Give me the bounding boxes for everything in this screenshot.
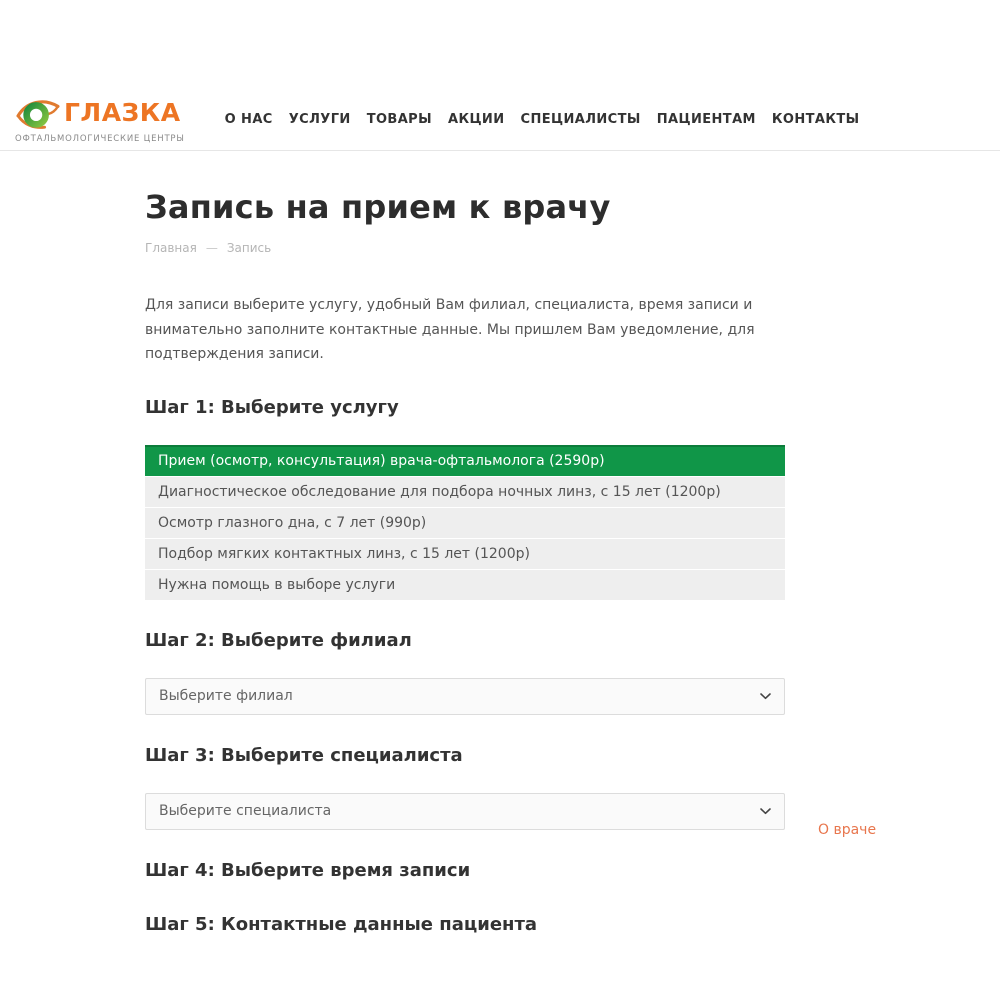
service-option[interactable]: Диагностическое обследование для подбора… <box>145 477 785 507</box>
top-whitespace <box>0 0 1000 88</box>
site-header: ГЛАЗКА ОФТАЛЬМОЛОГИЧЕСКИЕ ЦЕНТРЫ О НАС У… <box>0 88 1000 151</box>
logo[interactable]: ГЛАЗКА ОФТАЛЬМОЛОГИЧЕСКИЕ ЦЕНТРЫ <box>15 95 185 144</box>
nav-item-products[interactable]: ТОВАРЫ <box>367 112 432 127</box>
logo-title: ГЛАЗКА <box>64 100 181 125</box>
nav-item-patients[interactable]: ПАЦИЕНТАМ <box>657 112 756 127</box>
nav-item-services[interactable]: УСЛУГИ <box>289 112 351 127</box>
service-option[interactable]: Осмотр глазного дна, с 7 лет (990р) <box>145 508 785 538</box>
chevron-down-icon <box>760 803 771 819</box>
branch-select[interactable]: Выберите филиал <box>145 678 785 715</box>
service-option[interactable]: Прием (осмотр, консультация) врача-офтал… <box>145 445 785 476</box>
breadcrumb-separator: — <box>206 241 218 255</box>
step1-heading: Шаг 1: Выберите услугу <box>145 397 785 418</box>
service-option[interactable]: Подбор мягких контактных линз, с 15 лет … <box>145 539 785 569</box>
chevron-down-icon <box>760 688 771 704</box>
intro-text: Для записи выберите услугу, удобный Вам … <box>145 293 785 367</box>
service-option[interactable]: Нужна помощь в выборе услуги <box>145 570 785 600</box>
step5-heading: Шаг 5: Контактные данные пациента <box>145 914 785 935</box>
branch-select-value: Выберите филиал <box>159 688 293 704</box>
breadcrumb-home[interactable]: Главная <box>145 241 197 255</box>
step2-heading: Шаг 2: Выберите филиал <box>145 630 785 651</box>
specialist-select-value: Выберите специалиста <box>159 803 331 819</box>
nav-item-promotions[interactable]: АКЦИИ <box>448 112 505 127</box>
step4-heading: Шаг 4: Выберите время записи <box>145 860 785 881</box>
specialist-select-wrap: Выберите специалиста О враче <box>145 793 785 830</box>
service-list: Прием (осмотр, консультация) врача-офтал… <box>145 445 785 600</box>
doctor-info-link[interactable]: О враче <box>818 822 876 838</box>
page-title: Запись на прием к врачу <box>145 188 785 226</box>
main-content: Запись на прием к врачу Главная — Запись Д… <box>145 188 785 935</box>
nav-item-about[interactable]: О НАС <box>225 112 273 127</box>
step3-heading: Шаг 3: Выберите специалиста <box>145 745 785 766</box>
main-nav: О НАС УСЛУГИ ТОВАРЫ АКЦИИ СПЕЦИАЛИСТЫ ПА… <box>225 112 860 127</box>
eye-logo-icon <box>15 95 61 131</box>
breadcrumb: Главная — Запись <box>145 241 785 255</box>
logo-tagline: ОФТАЛЬМОЛОГИЧЕСКИЕ ЦЕНТРЫ <box>15 134 185 144</box>
nav-item-contacts[interactable]: КОНТАКТЫ <box>772 112 860 127</box>
nav-item-specialists[interactable]: СПЕЦИАЛИСТЫ <box>521 112 641 127</box>
breadcrumb-current: Запись <box>227 241 271 255</box>
specialist-select[interactable]: Выберите специалиста <box>145 793 785 830</box>
